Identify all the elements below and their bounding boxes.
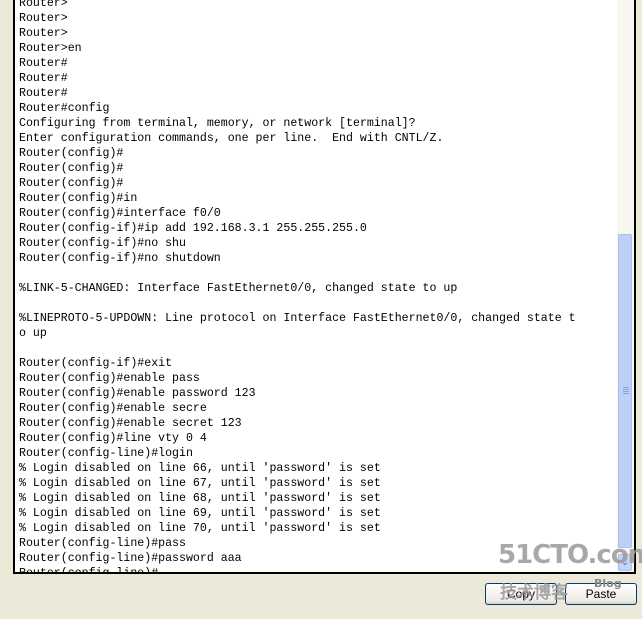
terminal-line: %LINK-5-CHANGED: Interface FastEthernet0…	[19, 282, 458, 295]
terminal-line: Router(config)#enable pass	[19, 372, 200, 385]
terminal-line: Router(config-line)#	[19, 567, 159, 574]
watermark-subtitle: 技术博客	[500, 583, 568, 603]
terminal-line: Router(config)#	[19, 162, 124, 175]
terminal-line: Router>	[19, 27, 68, 40]
terminal-line: Router(config-if)#no shu	[19, 237, 186, 250]
terminal-line: o up	[19, 327, 47, 340]
terminal-console[interactable]: Router> Router> Router> Router>en Router# Rou…	[13, 0, 636, 574]
terminal-line: %LINEPROTO-5-UPDOWN: Line protocol on In…	[19, 312, 576, 325]
terminal-output[interactable]: Router> Router> Router> Router>en Router# Rou…	[19, 0, 576, 574]
watermark-logo: 51CTO.com	[498, 540, 642, 570]
terminal-line: Router(config-if)#exit	[19, 357, 173, 370]
terminal-line: Router(config)#line vty 0 4	[19, 432, 207, 445]
terminal-line: Enter configuration commands, one per li…	[19, 132, 444, 145]
terminal-line: Router(config-line)#login	[19, 447, 193, 460]
terminal-line: Router#config	[19, 102, 110, 115]
terminal-line: Router(config-line)#pass	[19, 537, 186, 550]
terminal-line: % Login disabled on line 70, until 'pass…	[19, 522, 381, 535]
terminal-line: Configuring from terminal, memory, or ne…	[19, 117, 416, 130]
vertical-scrollbar[interactable]: ⌄	[617, 0, 634, 572]
terminal-line: Router(config)#enable password 123	[19, 387, 256, 400]
terminal-line: % Login disabled on line 66, until 'pass…	[19, 462, 381, 475]
scrollbar-thumb[interactable]	[618, 234, 632, 548]
terminal-line: Router#	[19, 72, 68, 85]
terminal-line: Router>	[19, 0, 68, 10]
terminal-line: Router(config-if)#ip add 192.168.3.1 255…	[19, 222, 367, 235]
terminal-line: % Login disabled on line 68, until 'pass…	[19, 492, 381, 505]
terminal-line: Router>	[19, 12, 68, 25]
terminal-line: % Login disabled on line 67, until 'pass…	[19, 477, 381, 490]
terminal-line: Router(config-line)#password aaa	[19, 552, 242, 565]
terminal-line: Router(config)#interface f0/0	[19, 207, 221, 220]
terminal-line: Router(config)#in	[19, 192, 138, 205]
terminal-line: Router(config)#	[19, 177, 124, 190]
terminal-line: % Login disabled on line 69, until 'pass…	[19, 507, 381, 520]
terminal-line: Router(config)#enable secre	[19, 402, 207, 415]
terminal-line: Router(config-if)#no shutdown	[19, 252, 221, 265]
watermark-blog: Blog	[594, 577, 622, 590]
grip-icon	[623, 387, 629, 395]
terminal-line: Router(config)#enable secret 123	[19, 417, 242, 430]
terminal-line: Router#	[19, 57, 68, 70]
terminal-line: Router>en	[19, 42, 82, 55]
terminal-line: Router#	[19, 87, 68, 100]
terminal-line: Router(config)#	[19, 147, 124, 160]
